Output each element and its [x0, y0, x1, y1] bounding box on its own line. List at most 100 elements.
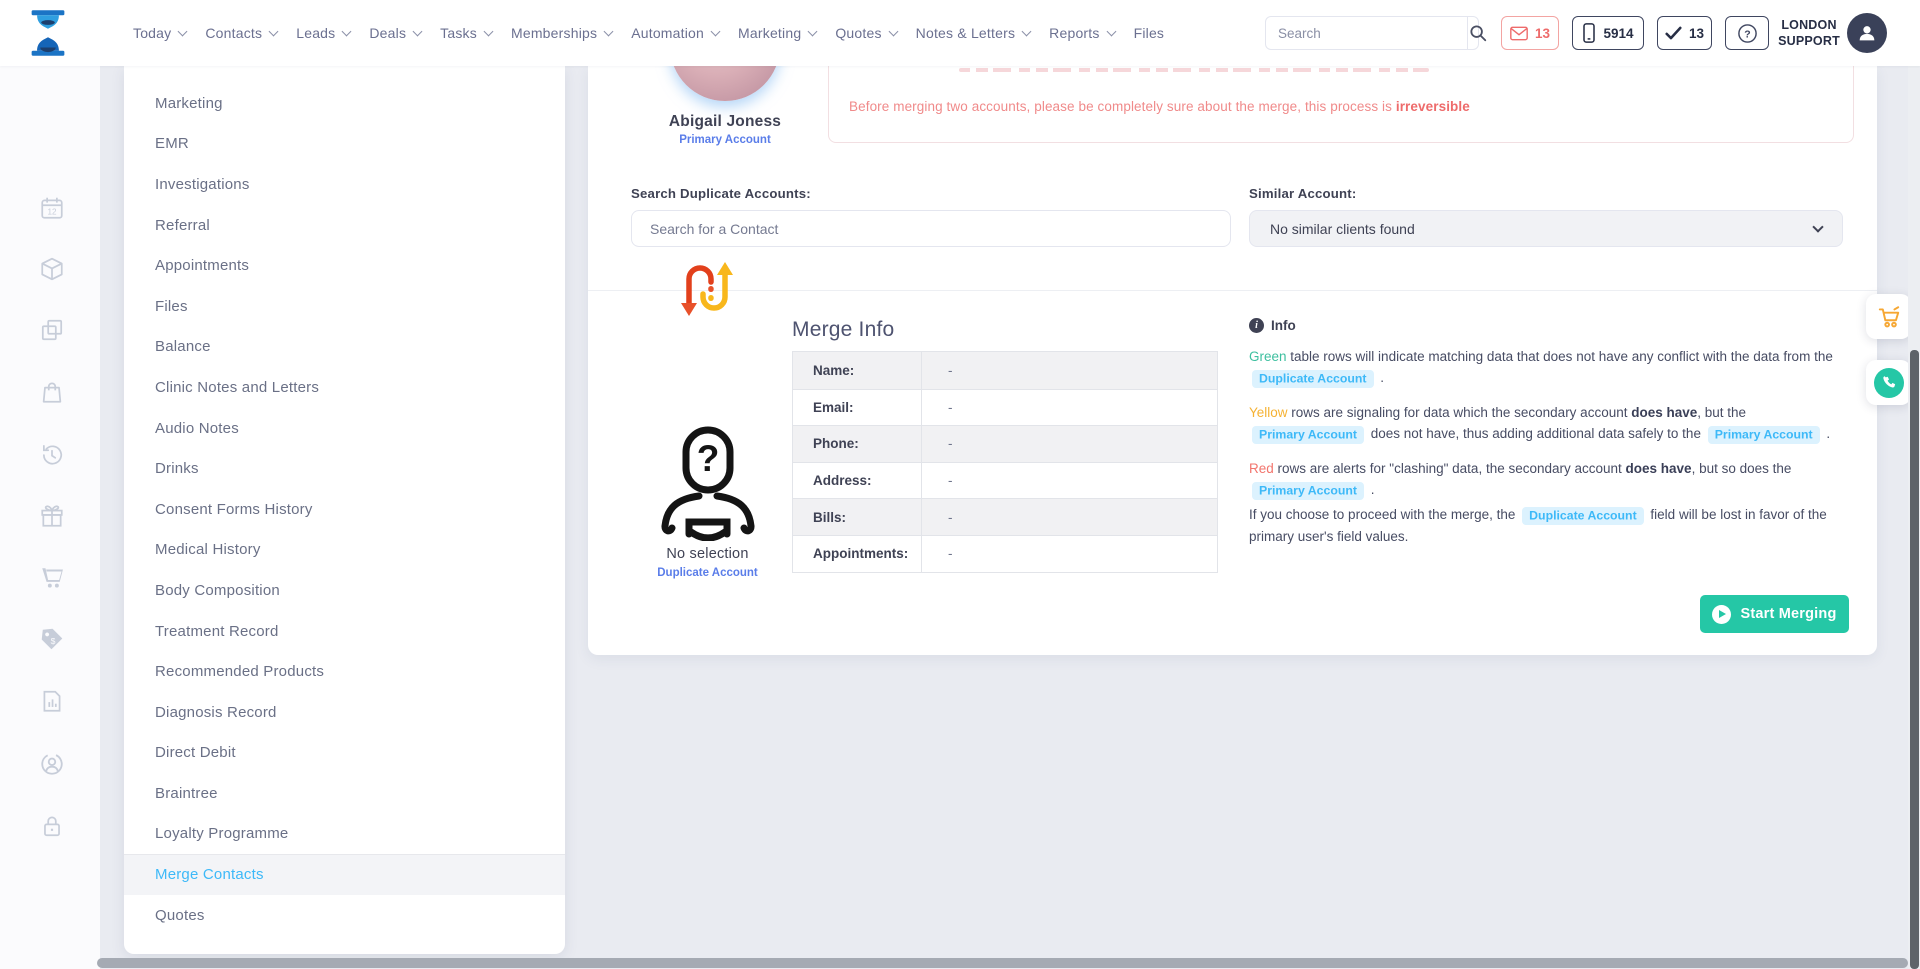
menu-item-drinks[interactable]: Drinks: [124, 448, 565, 489]
menu-item-diagnosis-record[interactable]: Diagnosis Record: [124, 692, 565, 733]
mail-count: 13: [1535, 26, 1550, 41]
primary-account-link[interactable]: Primary Account: [625, 134, 825, 146]
phone-icon: [1874, 368, 1904, 398]
price-tag-icon[interactable]: $: [39, 626, 65, 652]
vertical-scrollbar-thumb[interactable]: [1910, 350, 1919, 969]
menu-item-investigations[interactable]: Investigations: [124, 164, 565, 205]
duplicate-account-link[interactable]: Duplicate Account: [615, 567, 800, 579]
nav-item-memberships[interactable]: Memberships: [511, 25, 612, 41]
menu-item-appointments[interactable]: Appointments: [124, 245, 565, 286]
menu-item-balance[interactable]: Balance: [124, 327, 565, 368]
nav-item-today[interactable]: Today: [133, 25, 186, 41]
horizontal-scrollbar-thumb[interactable]: [97, 958, 1908, 968]
user-avatar[interactable]: [1847, 13, 1887, 53]
check-icon: [1665, 26, 1682, 40]
icon-rail: 12 $: [0, 66, 100, 969]
start-merging-button[interactable]: Start Merging: [1700, 595, 1849, 633]
nav-item-leads[interactable]: Leads: [296, 25, 350, 41]
copy-icon[interactable]: [39, 317, 65, 343]
menu-item-merge-contacts[interactable]: Merge Contacts: [124, 854, 565, 895]
similar-account-select[interactable]: No similar clients found: [1249, 210, 1843, 247]
menu-item-consent-forms-history[interactable]: Consent Forms History: [124, 489, 565, 530]
calendar-icon[interactable]: 12: [39, 195, 65, 221]
table-row-email-: Email: -: [793, 389, 1217, 426]
account-icon[interactable]: [39, 751, 65, 777]
contact-side-menu: Marketing EMR Investigations Referral Ap…: [124, 66, 565, 954]
gift-icon[interactable]: [39, 503, 65, 529]
chevron-down-icon: [1106, 26, 1116, 36]
chevron-down-icon: [484, 26, 494, 36]
tasks-indicator-button[interactable]: 13: [1657, 16, 1712, 50]
search-icon[interactable]: [1467, 17, 1488, 49]
chevron-down-icon: [808, 26, 818, 36]
info-heading: i Info: [1249, 318, 1296, 333]
chevron-down-icon: [1812, 221, 1823, 232]
nav-item-tasks[interactable]: Tasks: [440, 25, 492, 41]
menu-item-clinic-notes-and-letters[interactable]: Clinic Notes and Letters: [124, 367, 565, 408]
duplicate-search-input[interactable]: [631, 210, 1231, 247]
merge-info-title: Merge Info: [792, 318, 894, 342]
floating-call-button[interactable]: [1866, 360, 1911, 405]
play-icon: [1712, 605, 1731, 624]
menu-item-loyalty-programme[interactable]: Loyalty Programme: [124, 814, 565, 855]
help-icon: ?: [1737, 23, 1758, 44]
main-nav: Today Contacts Leads Deals Tasks: [133, 0, 1164, 66]
menu-item-files[interactable]: Files: [124, 286, 565, 327]
table-row-bills-: Bills: -: [793, 498, 1217, 535]
menu-item-braintree[interactable]: Braintree: [124, 773, 565, 814]
cart-icon[interactable]: [39, 565, 65, 591]
history-icon[interactable]: [39, 441, 65, 467]
chevron-down-icon: [342, 26, 352, 36]
account-badge: Primary Account: [1708, 426, 1820, 444]
sms-indicator-button[interactable]: 5914: [1572, 16, 1644, 50]
search-input[interactable]: [1266, 17, 1467, 49]
package-icon[interactable]: [39, 256, 65, 282]
lock-icon[interactable]: [39, 813, 65, 839]
menu-item-medical-history[interactable]: Medical History: [124, 530, 565, 571]
nav-item-quotes[interactable]: Quotes: [835, 25, 896, 41]
horizontal-scrollbar-gutter: [0, 955, 97, 969]
mail-indicator-button[interactable]: 13: [1501, 16, 1559, 50]
shopping-bag-icon[interactable]: [39, 379, 65, 405]
menu-item-body-composition[interactable]: Body Composition: [124, 570, 565, 611]
table-row-appointments-: Appointments: -: [793, 535, 1217, 572]
svg-text:?: ?: [1744, 28, 1750, 40]
nav-item-reports[interactable]: Reports: [1049, 25, 1114, 41]
menu-item-referral[interactable]: Referral: [124, 205, 565, 246]
info-panel: Green table rows will indicate matching …: [1249, 346, 1834, 560]
chevron-down-icon: [888, 26, 898, 36]
merge-contacts-panel: Abigail Joness Primary Account Before me…: [588, 66, 1877, 655]
duplicate-search-label: Search Duplicate Accounts:: [631, 186, 811, 201]
menu-item-marketing[interactable]: Marketing: [124, 83, 565, 124]
menu-item-treatment-record[interactable]: Treatment Record: [124, 611, 565, 652]
svg-text:$: $: [51, 636, 56, 646]
tasks-count: 13: [1689, 26, 1704, 41]
menu-item-recommended-products[interactable]: Recommended Products: [124, 651, 565, 692]
nav-item-automation[interactable]: Automation: [631, 25, 719, 41]
nav-item-notes-letters[interactable]: Notes & Letters: [916, 25, 1031, 41]
account-badge: Primary Account: [1252, 426, 1364, 444]
info-paragraph-red: Red rows are alerts for "clashing" data,…: [1249, 458, 1834, 501]
nav-item-files[interactable]: Files: [1134, 25, 1165, 41]
nav-item-marketing[interactable]: Marketing: [738, 25, 816, 41]
info-paragraph-green: Green table rows will indicate matching …: [1249, 346, 1834, 389]
menu-item-quotes[interactable]: Quotes: [124, 895, 565, 936]
menu-item-direct-debit[interactable]: Direct Debit: [124, 733, 565, 774]
hourglass-logo[interactable]: [28, 9, 68, 57]
account-badge: Primary Account: [1252, 482, 1364, 500]
svg-text:?: ?: [697, 438, 720, 479]
similar-account-label: Similar Account:: [1249, 186, 1357, 201]
cart-icon: [1876, 304, 1902, 330]
nav-item-contacts[interactable]: Contacts: [205, 25, 277, 41]
report-icon[interactable]: [39, 688, 65, 714]
chevron-down-icon: [604, 26, 614, 36]
chevron-down-icon: [269, 26, 279, 36]
menu-item-emr[interactable]: EMR: [124, 124, 565, 165]
merge-info-table: Name: - Email: - Phone: - Address: - Bil…: [792, 351, 1218, 573]
floating-cart-button[interactable]: [1866, 294, 1911, 339]
merge-arrows-icon: [673, 259, 741, 319]
table-row-address-: Address: -: [793, 462, 1217, 499]
help-button[interactable]: ?: [1725, 16, 1769, 50]
nav-item-deals[interactable]: Deals: [369, 25, 421, 41]
menu-item-audio-notes[interactable]: Audio Notes: [124, 408, 565, 449]
